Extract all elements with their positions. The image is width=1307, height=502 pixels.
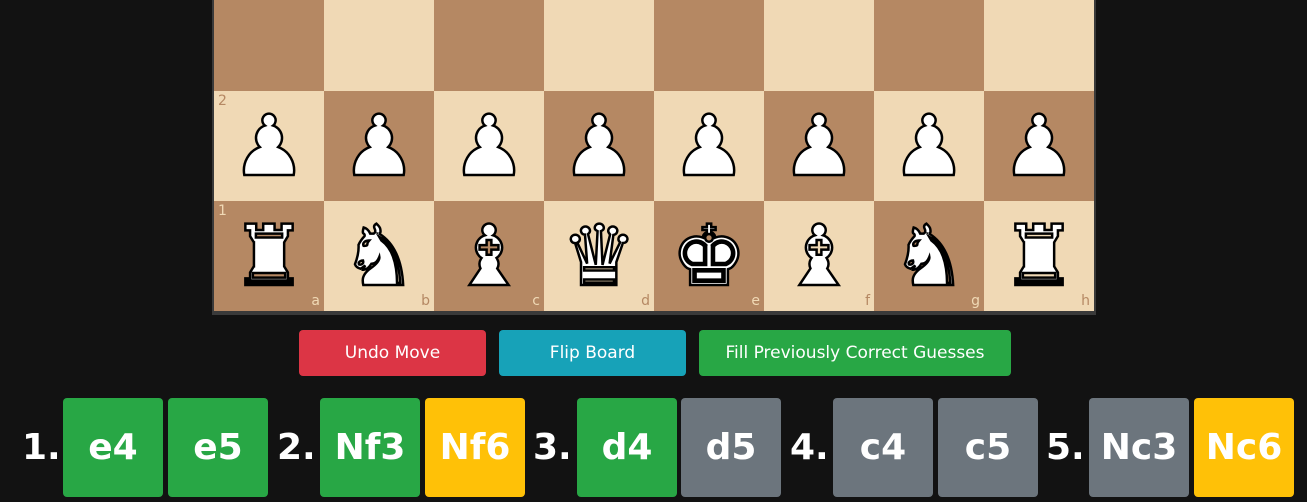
white-pawn-piece[interactable]: ♟: [434, 91, 544, 201]
square-h1[interactable]: h ♜: [984, 201, 1094, 311]
square-g3[interactable]: [874, 0, 984, 91]
white-rook-piece[interactable]: ♜: [214, 201, 324, 311]
white-move-box[interactable]: c4: [833, 398, 933, 497]
move-number: 4.: [790, 427, 829, 468]
white-move-box[interactable]: Nc3: [1089, 398, 1189, 497]
white-bishop-piece[interactable]: ♝: [434, 201, 544, 311]
square-a1[interactable]: 1 a ♜: [214, 201, 324, 311]
move-number: 5.: [1046, 427, 1085, 468]
white-knight-piece[interactable]: ♞: [324, 201, 434, 311]
white-rook-piece[interactable]: ♜: [984, 201, 1094, 311]
move-number: 3.: [533, 427, 572, 468]
square-e2[interactable]: ♟: [654, 91, 764, 201]
square-a3[interactable]: 3: [214, 0, 324, 91]
square-f2[interactable]: ♟: [764, 91, 874, 201]
move-number: 2.: [277, 427, 316, 468]
white-move-box[interactable]: d4: [577, 398, 677, 497]
undo-move-button[interactable]: Undo Move: [299, 330, 486, 376]
square-c1[interactable]: c ♝: [434, 201, 544, 311]
black-move-box[interactable]: c5: [938, 398, 1038, 497]
move-number: 1.: [22, 427, 61, 468]
square-c2[interactable]: ♟: [434, 91, 544, 201]
square-d3[interactable]: [544, 0, 654, 91]
square-g1[interactable]: g ♞: [874, 201, 984, 311]
square-d1[interactable]: d ♛: [544, 201, 654, 311]
square-e1[interactable]: e ♚: [654, 201, 764, 311]
fill-correct-guesses-button[interactable]: Fill Previously Correct Guesses: [699, 330, 1011, 376]
white-king-piece[interactable]: ♚: [654, 201, 764, 311]
black-move-box[interactable]: Nc6: [1194, 398, 1294, 497]
square-e3[interactable]: [654, 0, 764, 91]
square-b3[interactable]: [324, 0, 434, 91]
white-pawn-piece[interactable]: ♟: [544, 91, 654, 201]
white-move-box[interactable]: Nf3: [320, 398, 420, 497]
square-d2[interactable]: ♟: [544, 91, 654, 201]
black-move-box[interactable]: Nf6: [425, 398, 525, 497]
flip-board-button[interactable]: Flip Board: [499, 330, 686, 376]
square-b1[interactable]: b ♞: [324, 201, 434, 311]
square-c3[interactable]: [434, 0, 544, 91]
square-h3[interactable]: [984, 0, 1094, 91]
square-b2[interactable]: ♟: [324, 91, 434, 201]
square-f3[interactable]: [764, 0, 874, 91]
white-pawn-piece[interactable]: ♟: [324, 91, 434, 201]
white-pawn-piece[interactable]: ♟: [874, 91, 984, 201]
white-pawn-piece[interactable]: ♟: [214, 91, 324, 201]
black-move-box[interactable]: e5: [168, 398, 268, 497]
square-f1[interactable]: f ♝: [764, 201, 874, 311]
white-bishop-piece[interactable]: ♝: [764, 201, 874, 311]
chess-board[interactable]: 32♟♟♟♟♟♟♟♟1a♜b♞c♝d♛e♚f♝g♞h♜: [212, 0, 1096, 315]
white-pawn-piece[interactable]: ♟: [654, 91, 764, 201]
white-pawn-piece[interactable]: ♟: [984, 91, 1094, 201]
square-h2[interactable]: ♟: [984, 91, 1094, 201]
square-a2[interactable]: 2 ♟: [214, 91, 324, 201]
white-knight-piece[interactable]: ♞: [874, 201, 984, 311]
black-move-box[interactable]: d5: [681, 398, 781, 497]
white-move-box[interactable]: e4: [63, 398, 163, 497]
white-queen-piece[interactable]: ♛: [544, 201, 654, 311]
white-pawn-piece[interactable]: ♟: [764, 91, 874, 201]
square-g2[interactable]: ♟: [874, 91, 984, 201]
